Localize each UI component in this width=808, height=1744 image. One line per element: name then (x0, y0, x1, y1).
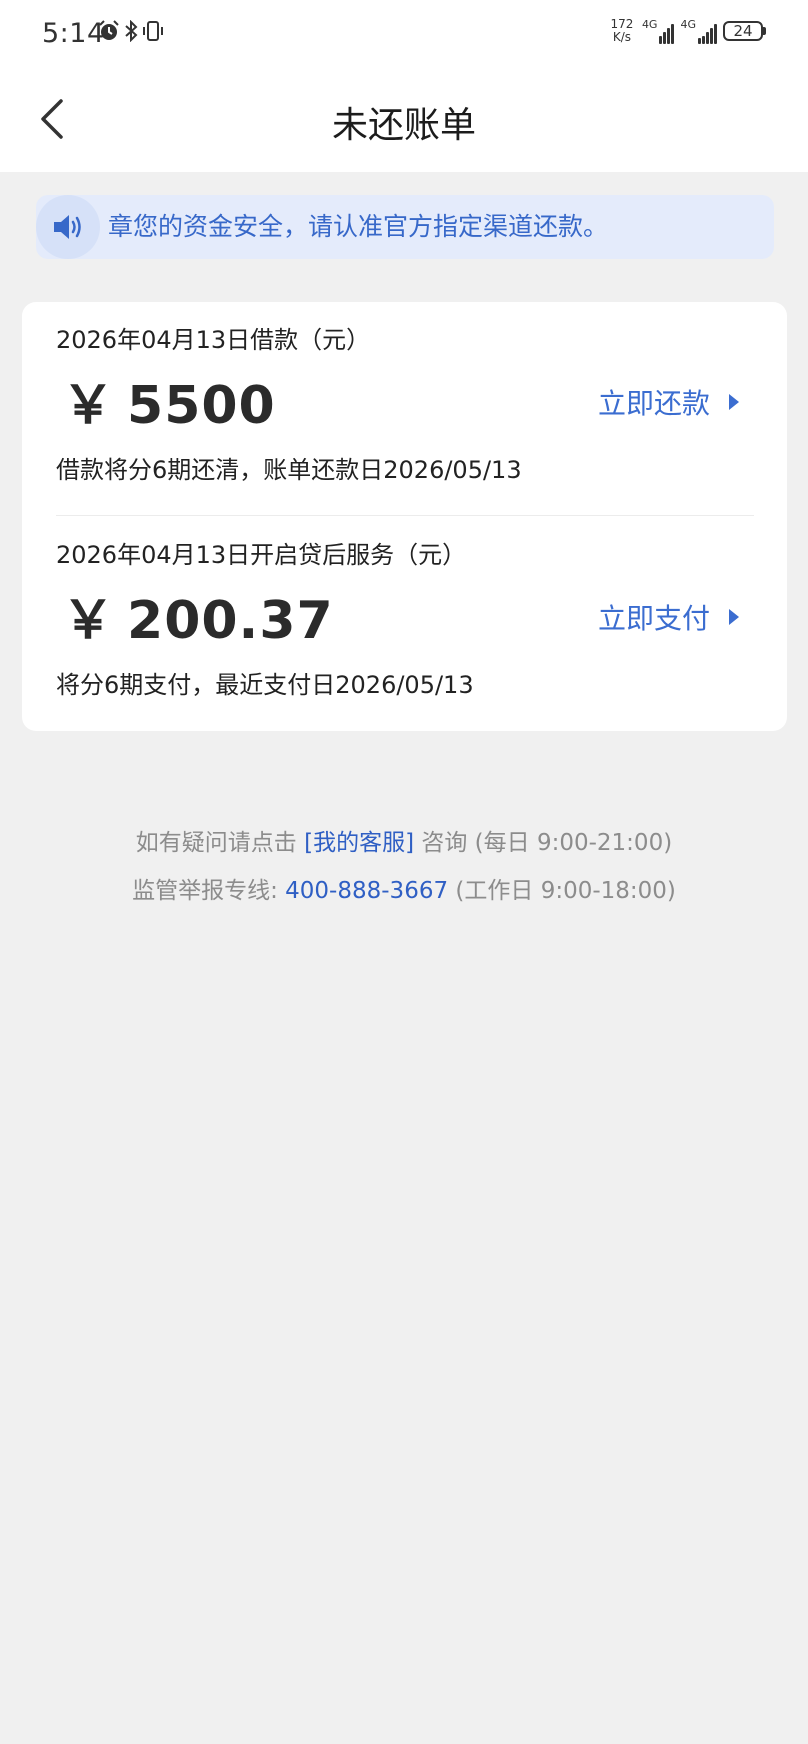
bill-item-service: 2026年04月13日开启贷后服务（元） ￥ 200.37 将分6期支付，最近支付… (56, 537, 754, 703)
bill-description: 借款将分6期还清，账单还款日2026/05/13 (56, 456, 522, 484)
status-time: 5:14 (42, 18, 105, 49)
bill-date-label: 2026年04月13日开启贷后服务（元） (56, 541, 467, 569)
caret-right-icon (729, 394, 739, 410)
repay-now-button[interactable]: 立即还款 (598, 372, 740, 432)
bluetooth-icon (124, 19, 138, 46)
hotline-prefix: 监管举报专线: (132, 878, 278, 904)
battery-icon: 24 (723, 21, 766, 41)
currency-symbol: ￥ (62, 376, 116, 436)
service-hours: 咨询 (每日 9:00-21:00) (421, 830, 673, 856)
hotline-phone-link[interactable]: 400-888-3667 (285, 878, 448, 904)
page-title: 未还账单 (331, 105, 476, 146)
signal-icon-2: 4G (680, 18, 717, 44)
customer-service-info: 如有疑问请点击 [我的客服] 咨询 (每日 9:00-21:00) (0, 823, 808, 857)
currency-symbol: ￥ (62, 591, 116, 651)
alarm-icon (98, 20, 120, 46)
repay-now-label: 立即还款 (597, 387, 710, 420)
notice-text: 章您的资金安全，请认准官方指定渠道还款。 (108, 212, 609, 241)
bill-item-loan: 2026年04月13日借款（元） ￥ 5500 借款将分6期还清，账单还款日202… (56, 322, 754, 488)
service-prefix: 如有疑问请点击 (135, 830, 297, 856)
bill-date-label: 2026年04月13日借款（元） (56, 326, 371, 354)
notice-banner: 章您的资金安全，请认准官方指定渠道还款。 (36, 195, 774, 259)
pay-now-label: 立即支付 (597, 602, 710, 635)
status-icons (98, 19, 164, 46)
battery-level: 24 (723, 21, 763, 41)
customer-service-link[interactable]: [我的客服] (304, 830, 414, 856)
signal-icon-1: 4G (642, 18, 675, 44)
pay-now-button[interactable]: 立即支付 (598, 587, 740, 647)
bill-description: 将分6期支付，最近支付日2026/05/13 (56, 671, 474, 699)
divider (56, 515, 754, 516)
status-right: 172 K/s 4G 4G 24 (608, 18, 766, 44)
amount-value: 5500 (127, 376, 276, 436)
net-speed: 172 K/s (610, 17, 634, 44)
caret-right-icon (729, 609, 739, 625)
hotline-hours: (工作日 9:00-18:00) (455, 878, 676, 904)
bill-card: 2026年04月13日借款（元） ￥ 5500 借款将分6期还清，账单还款日202… (22, 302, 787, 731)
page-header: 未还账单 (0, 66, 808, 172)
speaker-icon (36, 195, 100, 259)
amount-value: 200.37 (127, 591, 334, 651)
status-bar: 5:14 172 K/s 4G 4G 24 (0, 0, 808, 66)
vibrate-icon (142, 20, 164, 46)
report-hotline-info: 监管举报专线: 400-888-3667 (工作日 9:00-18:00) (0, 871, 808, 905)
